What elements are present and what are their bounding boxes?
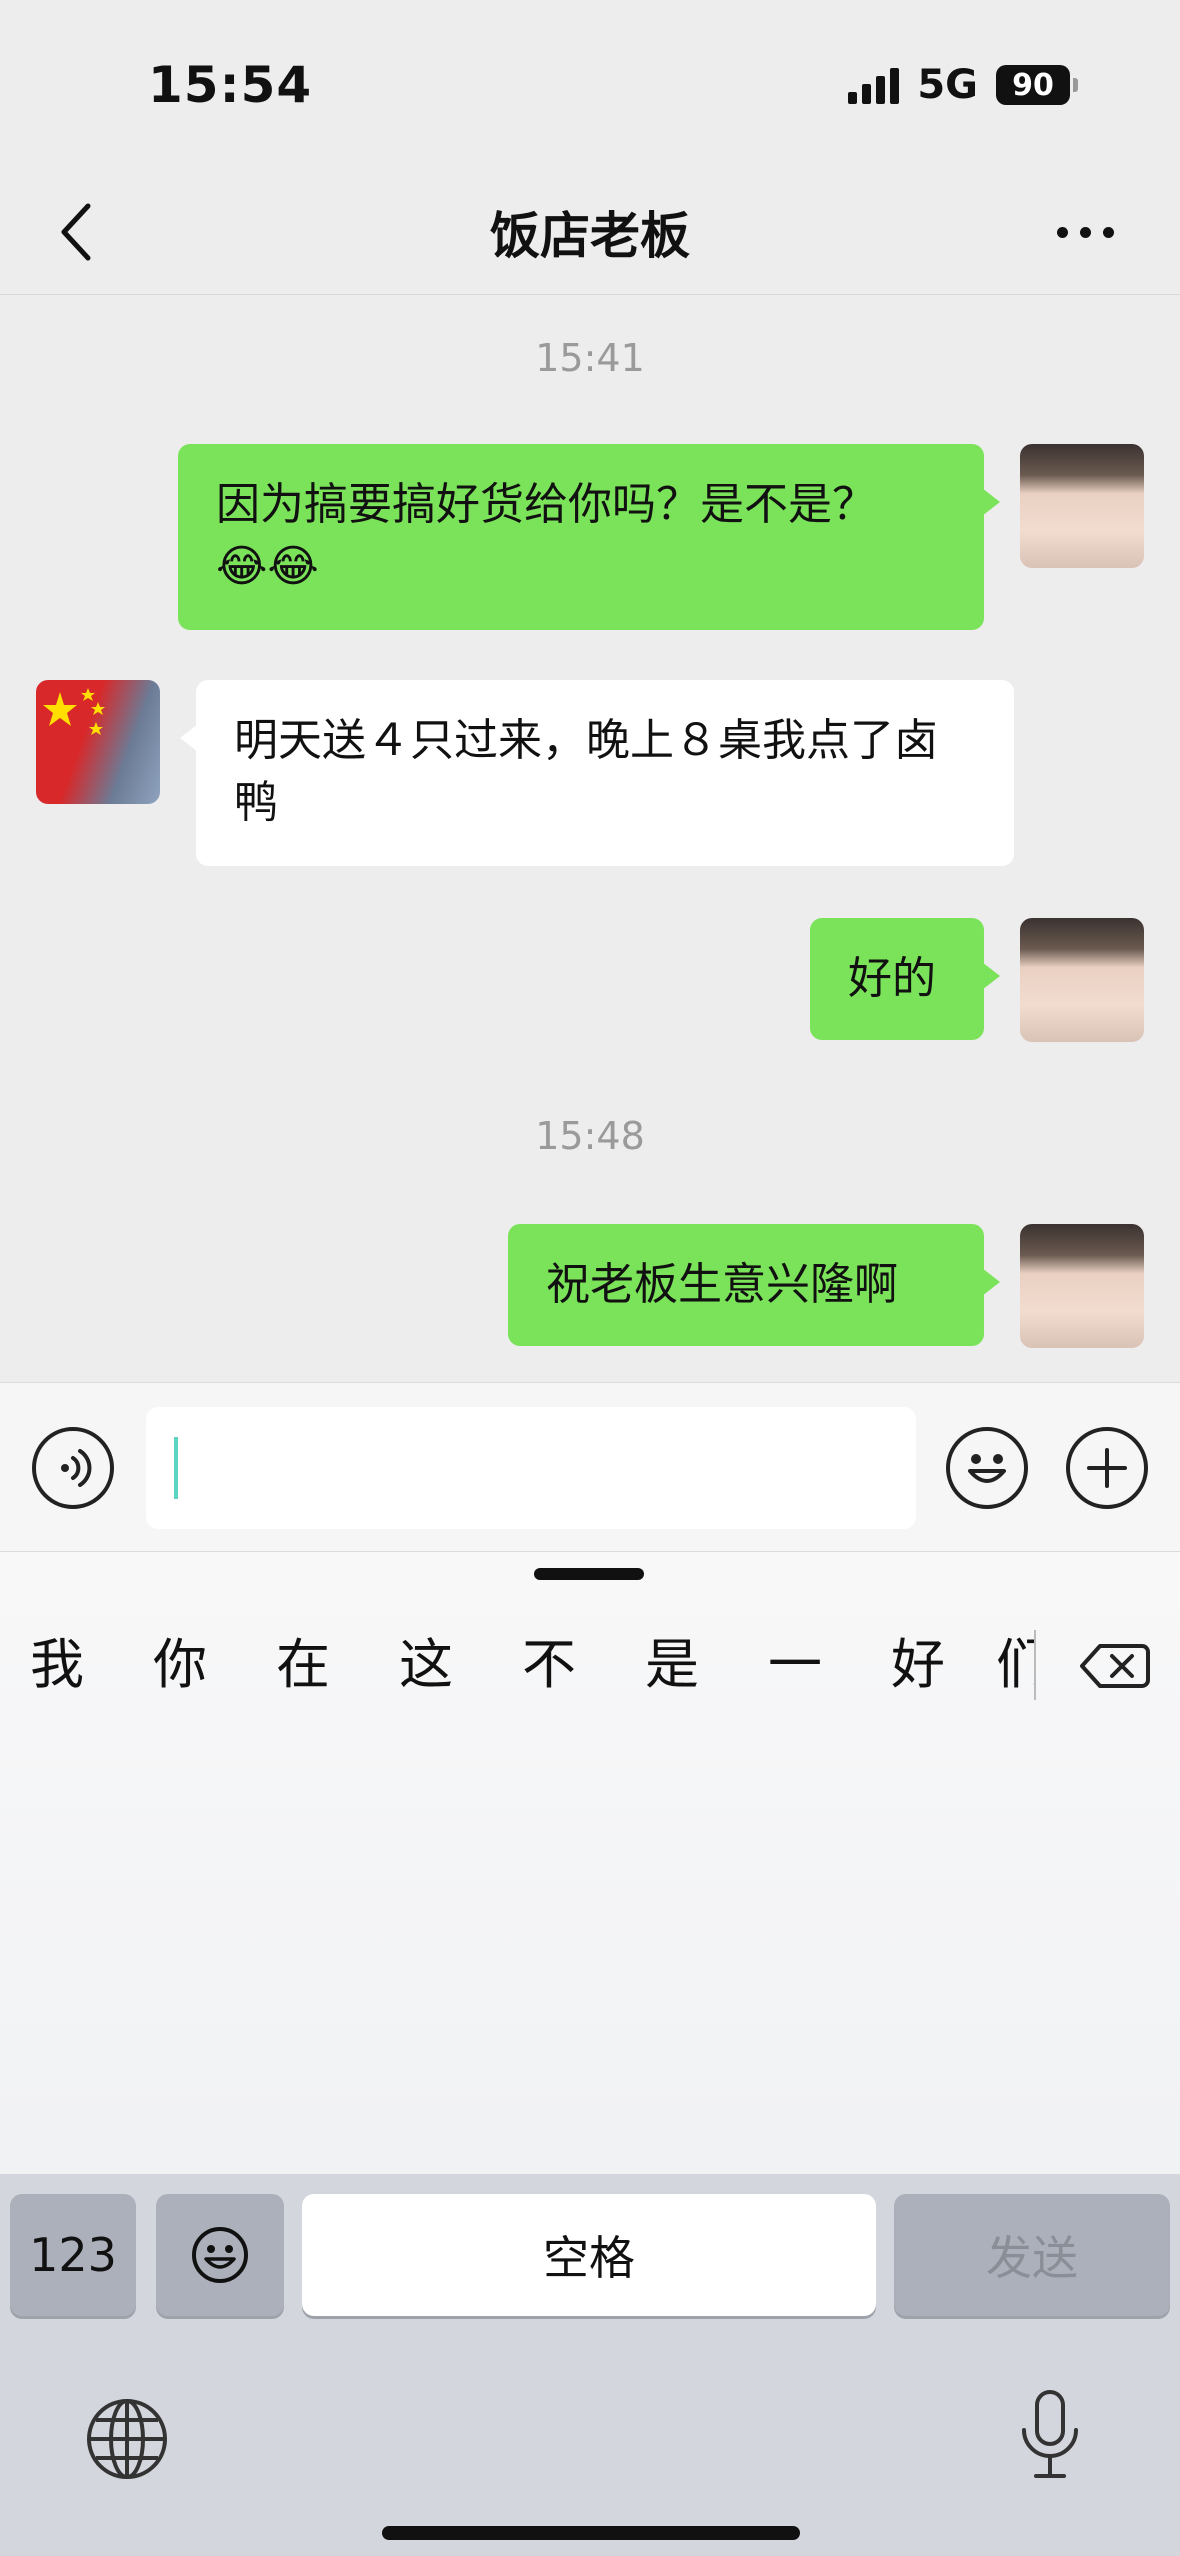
message-text: 好的: [848, 953, 936, 1004]
message-text: 因为搞要搞好货给你吗？是不是？: [216, 479, 876, 530]
send-key[interactable]: 发送: [894, 2194, 1170, 2316]
plus-icon: [1087, 1448, 1127, 1488]
keyboard-drag-handle[interactable]: [534, 1568, 644, 1580]
more-icon: [1056, 226, 1068, 238]
candidate-bar: 我 你 在 这 不 是 一 好 们: [0, 1610, 1180, 1720]
candidate-word[interactable]: 不: [504, 1610, 594, 1720]
message-input[interactable]: [146, 1407, 916, 1529]
text-caret: [174, 1437, 178, 1499]
mic-icon: [1022, 2390, 1078, 2478]
battery-icon: 90: [996, 65, 1078, 105]
plus-button[interactable]: [1066, 1427, 1148, 1509]
message-text: 明天送４只过来，晚上８桌我点了卤鸭: [234, 715, 938, 828]
candidate-word[interactable]: 一: [750, 1610, 840, 1720]
numbers-key[interactable]: 123: [10, 2194, 136, 2316]
emoji-icon: [192, 2227, 248, 2283]
delete-button[interactable]: [1074, 1626, 1154, 1706]
my-avatar[interactable]: [1020, 1224, 1144, 1348]
signal-icon: [848, 66, 900, 104]
candidate-word[interactable]: 是: [627, 1610, 717, 1720]
message-bubble-sent[interactable]: 祝老板生意兴隆啊: [508, 1224, 1000, 1346]
message-bubble-sent[interactable]: 因为搞要搞好货给你吗？是不是？ 😂😂: [178, 444, 1000, 630]
chat-area[interactable]: 15:41 因为搞要搞好货给你吗？是不是？ 😂😂 明天送４只过来，晚上８桌我点了…: [0, 296, 1180, 1382]
globe-icon: [87, 2399, 167, 2479]
emoji-button[interactable]: [946, 1427, 1028, 1509]
message-text: 祝老板生意兴隆啊: [546, 1259, 898, 1310]
status-time: 15:54: [148, 56, 313, 114]
keyboard: 我 你 在 这 不 是 一 好 们 123 空格 发送: [0, 1552, 1180, 2556]
status-indicators: 5G 90: [848, 62, 1078, 108]
space-key[interactable]: 空格: [302, 2194, 876, 2316]
voice-button[interactable]: [32, 1427, 114, 1509]
home-indicator[interactable]: [382, 2526, 800, 2540]
candidate-word[interactable]: 我: [12, 1610, 102, 1720]
input-bar: [0, 1382, 1180, 1552]
my-avatar[interactable]: [1020, 918, 1144, 1042]
candidate-word[interactable]: 你: [135, 1610, 225, 1720]
message-bubble-sent[interactable]: 好的: [810, 918, 1000, 1040]
candidate-separator: [1034, 1630, 1036, 1700]
candidate-word[interactable]: 们: [996, 1610, 1034, 1720]
contact-avatar[interactable]: [36, 680, 160, 804]
keyboard-bottom-row: 123 空格 发送: [0, 2174, 1180, 2556]
timestamp: 15:48: [535, 1114, 645, 1158]
globe-button[interactable]: [84, 2396, 170, 2482]
message-bubble-received[interactable]: 明天送４只过来，晚上８桌我点了卤鸭: [180, 680, 1014, 866]
chat-title: 饭店老板: [490, 207, 690, 265]
candidate-word[interactable]: 在: [258, 1610, 348, 1720]
flag-star-icon: [43, 688, 105, 735]
message-emoji: 😂😂: [216, 541, 319, 592]
network-type: 5G: [917, 62, 978, 108]
status-bar: 15:54 5G 90: [0, 0, 1180, 170]
nav-bar: 饭店老板: [0, 170, 1180, 295]
candidate-word[interactable]: 这: [381, 1610, 471, 1720]
more-button[interactable]: [1030, 192, 1140, 272]
my-avatar[interactable]: [1020, 444, 1144, 568]
emoji-icon: [968, 1454, 1006, 1483]
timestamp: 15:41: [535, 336, 645, 380]
voice-icon: [61, 1449, 92, 1487]
delete-icon: [1080, 1644, 1150, 1688]
candidate-word[interactable]: 好: [873, 1610, 963, 1720]
battery-level: 90: [1012, 67, 1054, 103]
dictation-button[interactable]: [1010, 2386, 1090, 2486]
emoji-key[interactable]: [156, 2194, 284, 2316]
